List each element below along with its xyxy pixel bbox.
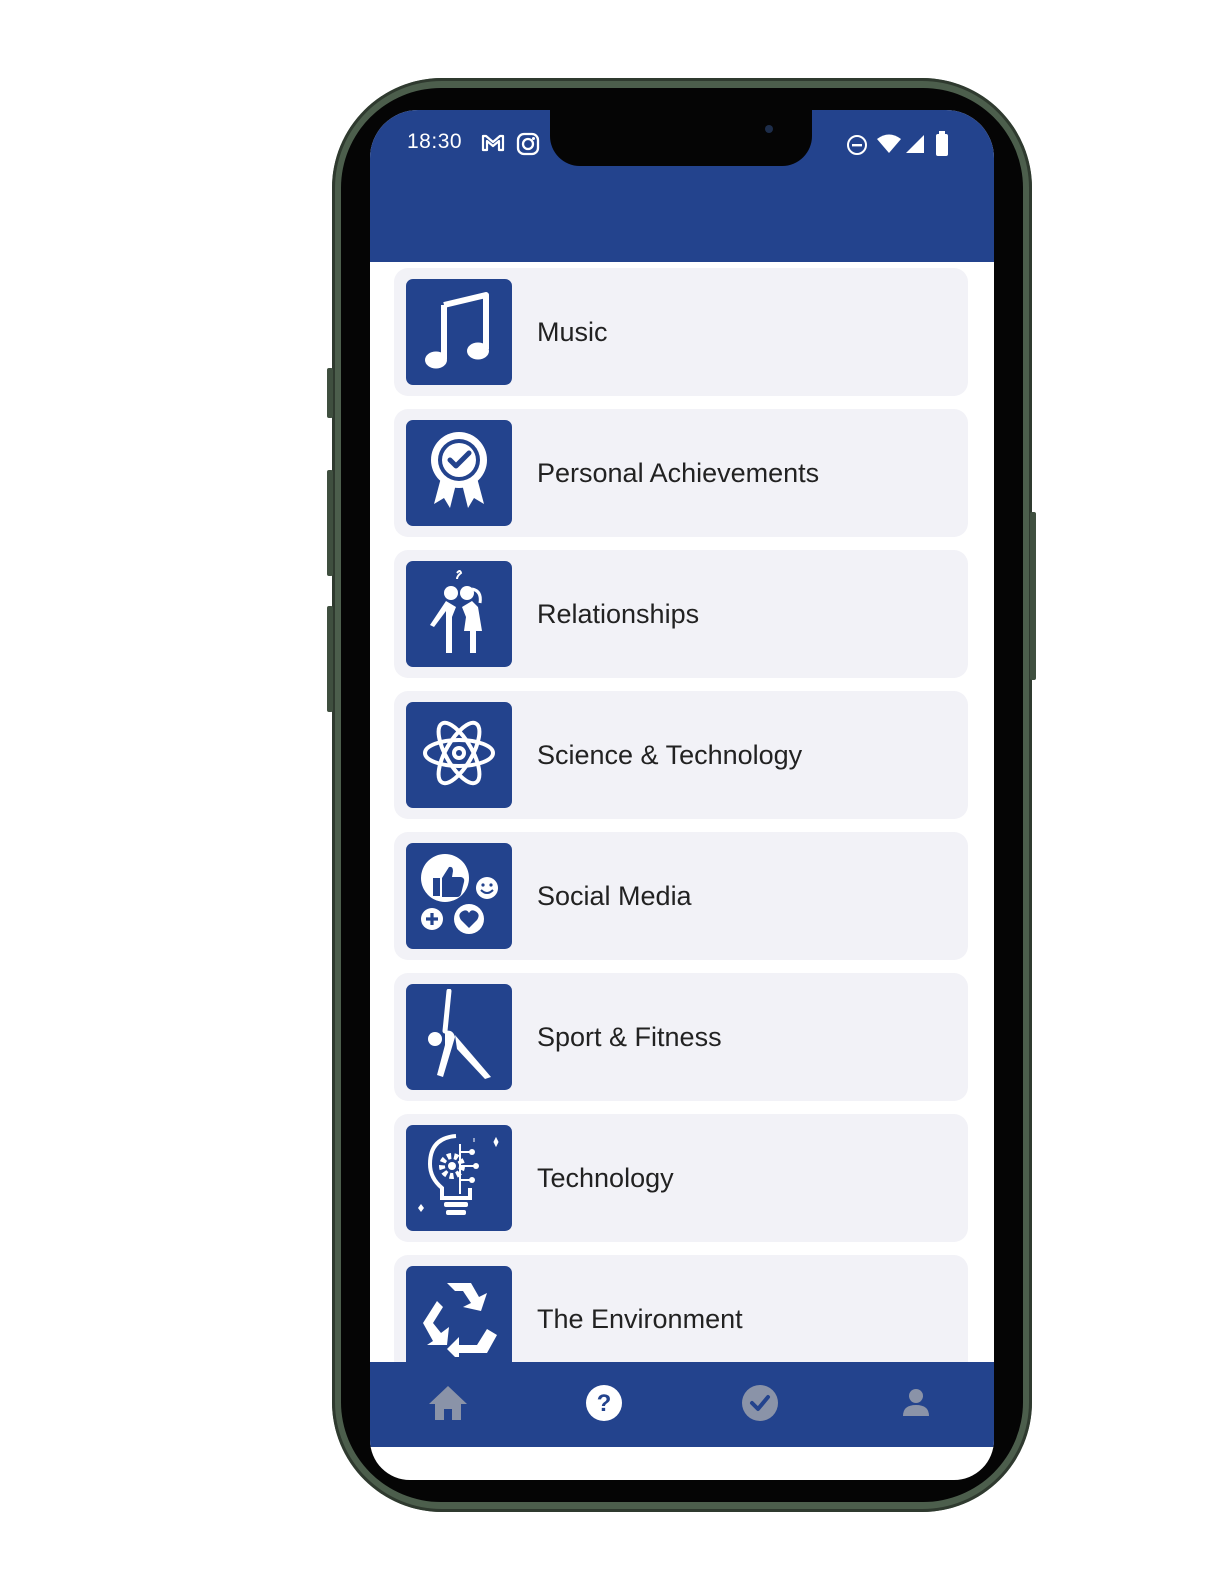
- bottom-navigation: ?: [370, 1362, 994, 1447]
- music-note-icon: [424, 287, 494, 377]
- category-label: The Environment: [537, 1304, 743, 1334]
- category-card-science-technology[interactable]: Science & Technology: [394, 691, 968, 819]
- atom-icon: [421, 710, 497, 800]
- check-circle-icon: [740, 1383, 780, 1427]
- category-label: Science & Technology: [537, 740, 803, 770]
- nav-questions[interactable]: ?: [526, 1362, 682, 1447]
- app-screen: 18:30 Music Personal Achievements Relati…: [370, 110, 994, 1480]
- category-card-relationships[interactable]: Relationships: [394, 550, 968, 678]
- question-circle-icon: ?: [584, 1383, 624, 1427]
- category-card-the-environment[interactable]: The Environment: [394, 1255, 968, 1362]
- power-button: [1030, 512, 1036, 680]
- volume-up-button: [327, 470, 333, 576]
- status-time: 18:30: [407, 130, 463, 153]
- category-label: Music: [537, 317, 608, 347]
- category-tile: [406, 1125, 512, 1231]
- category-card-technology[interactable]: Technology: [394, 1114, 968, 1242]
- svg-text:?: ?: [597, 1390, 612, 1417]
- category-tile: [406, 1266, 512, 1362]
- category-card-music[interactable]: Music: [394, 268, 968, 396]
- social-reactions-icon: [417, 852, 501, 940]
- award-badge-icon: [424, 428, 494, 518]
- category-tile: [406, 984, 512, 1090]
- nav-home[interactable]: [370, 1362, 526, 1447]
- category-label: Social Media: [537, 881, 692, 911]
- home-icon: [427, 1384, 469, 1426]
- category-tile: [406, 843, 512, 949]
- category-label: Relationships: [537, 599, 700, 629]
- category-tile: [406, 561, 512, 667]
- person-icon: [901, 1388, 931, 1422]
- category-list[interactable]: Music Personal Achievements Relationship…: [370, 262, 994, 1362]
- category-tile: [406, 420, 512, 526]
- category-tile: [406, 702, 512, 808]
- home-indicator[interactable]: [599, 1462, 764, 1468]
- battery-icon: [935, 131, 949, 161]
- category-card-social-media[interactable]: Social Media: [394, 832, 968, 960]
- category-label: Sport & Fitness: [537, 1022, 722, 1052]
- gmail-icon: [480, 132, 506, 158]
- front-camera: [765, 125, 773, 133]
- lightbulb-gear-icon: [414, 1130, 504, 1226]
- wifi-icon: [876, 133, 902, 159]
- volume-down-button: [327, 606, 333, 712]
- nav-completed[interactable]: [682, 1362, 838, 1447]
- camera-notch: [550, 110, 812, 166]
- yoga-pose-icon: [419, 988, 499, 1085]
- app-bar: [370, 178, 994, 262]
- category-card-personal-achievements[interactable]: Personal Achievements: [394, 409, 968, 537]
- dnd-icon: [846, 134, 868, 160]
- cell-signal-icon: [904, 133, 926, 159]
- category-card-sport-fitness[interactable]: Sport & Fitness: [394, 973, 968, 1101]
- silent-switch: [327, 368, 333, 418]
- instagram-icon: [516, 132, 540, 160]
- category-label: Personal Achievements: [537, 458, 820, 488]
- couple-icon: [424, 567, 494, 661]
- category-tile: [406, 279, 512, 385]
- category-label: Technology: [537, 1163, 674, 1193]
- recycle-icon: [417, 1277, 501, 1361]
- nav-profile[interactable]: [838, 1362, 994, 1447]
